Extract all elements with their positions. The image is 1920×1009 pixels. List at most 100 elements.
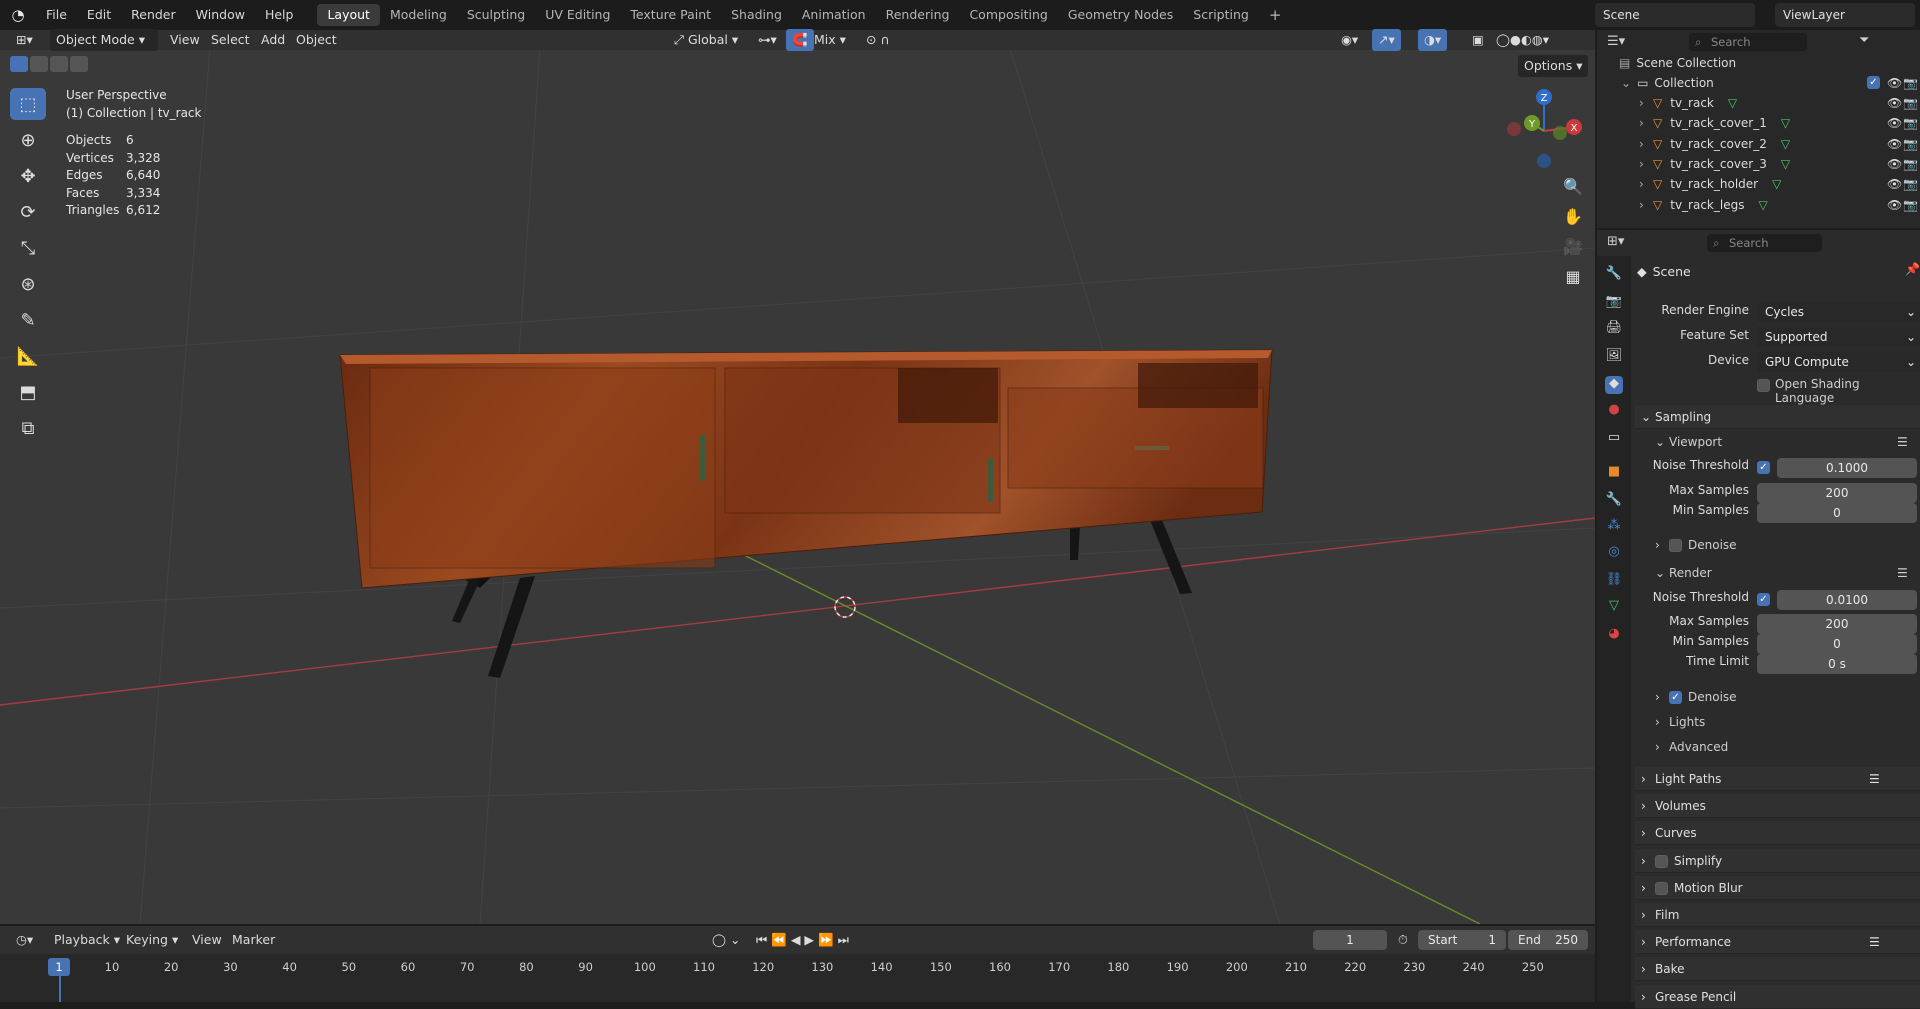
scene-selector[interactable]: Scene [1595, 3, 1755, 27]
r-max-samples-field[interactable]: 200 [1757, 614, 1917, 634]
panel-checkbox[interactable] [1655, 854, 1668, 868]
xray-icon[interactable]: ▣ [1466, 29, 1490, 51]
visibility-eye-icon[interactable]: 👁 [1887, 73, 1902, 93]
feature-set-select[interactable]: Supported ⌄ [1757, 327, 1920, 347]
panel-film[interactable]: › Film [1635, 903, 1920, 927]
tab-geometry-nodes[interactable]: Geometry Nodes [1058, 4, 1183, 26]
pan-icon[interactable]: ✋ [1558, 202, 1588, 232]
panel-light-paths[interactable]: › Light Paths ☰ [1635, 767, 1920, 791]
visibility-eye-icon[interactable]: 👁 [1887, 134, 1902, 154]
view-layer-selector[interactable]: ViewLayer [1775, 3, 1915, 27]
gizmo-toggle-icon[interactable]: ↗▾ [1372, 29, 1401, 51]
subpanel-render[interactable]: ⌄ Render ☰ [1649, 562, 1920, 584]
constraints-tab-icon[interactable]: ⛓ [1605, 572, 1623, 590]
add-cube-tool-icon[interactable]: ⬒ [10, 376, 46, 408]
editor-type-icon[interactable]: ⊞▾ [10, 29, 39, 51]
visibility-eye-icon[interactable]: 👁 [1887, 195, 1902, 215]
panel-motion-blur[interactable]: › Motion Blur [1635, 875, 1920, 900]
scene-collection-row[interactable]: ▤ Scene Collection [1597, 53, 1920, 73]
tab-layout[interactable]: Layout [317, 4, 380, 26]
chevron-right-icon[interactable]: › [1639, 195, 1644, 215]
render-camera-icon[interactable]: 📷 [1903, 73, 1918, 93]
render-engine-select[interactable]: Cycles ⌄ [1757, 302, 1920, 322]
outliner-editor-icon[interactable]: ☰▾ [1607, 34, 1625, 49]
outliner-item[interactable]: › ▽ tv_rack_legs ▽ 👁 📷 [1597, 195, 1920, 215]
device-select[interactable]: GPU Compute ⌄ [1757, 352, 1920, 372]
timeline-editor-icon[interactable]: ◷▾ [10, 929, 39, 951]
proportional-edit-icon[interactable]: ⊙ ∩ [860, 29, 896, 51]
tab-sculpting[interactable]: Sculpting [457, 4, 535, 26]
physics-tab-icon[interactable]: ◎ [1605, 544, 1623, 562]
measure-tool-icon[interactable]: 📐 [10, 340, 46, 372]
view-menu[interactable]: View [164, 29, 206, 51]
outliner-item[interactable]: › ▽ tv_rack ▽ 👁 📷 [1597, 93, 1920, 113]
select-menu[interactable]: Select [205, 29, 256, 51]
scene-tab-icon[interactable]: ◆ [1605, 376, 1623, 394]
view-layer-tab-icon[interactable]: 🖼 [1605, 348, 1623, 366]
vp-min-samples-field[interactable]: 0 [1757, 503, 1917, 523]
end-frame-field[interactable]: End 250 [1508, 930, 1588, 950]
extra-tool-icon[interactable]: ⧉ [10, 412, 46, 444]
menu-render[interactable]: Render [121, 0, 186, 30]
vp-noise-threshold-checkbox[interactable]: ✓ [1757, 461, 1770, 474]
orientation-selector[interactable]: ⤢ Global ▾ [668, 29, 744, 51]
stopwatch-icon[interactable]: ⏱ [1392, 929, 1414, 951]
chevron-right-icon[interactable]: › [1639, 113, 1644, 133]
filter-icon[interactable]: ⏷ [1859, 33, 1869, 48]
render-camera-icon[interactable]: 📷 [1903, 113, 1918, 133]
marker-menu[interactable]: Marker [226, 929, 281, 951]
object-menu[interactable]: Object [290, 29, 343, 51]
r-min-samples-field[interactable]: 0 [1757, 634, 1917, 654]
mesh-data-icon[interactable]: ▽ [1758, 198, 1767, 212]
panel-curves[interactable]: › Curves [1635, 821, 1920, 846]
vp-noise-threshold-field[interactable]: 0.1000 [1777, 458, 1917, 478]
tab-rendering[interactable]: Rendering [876, 4, 960, 26]
panel-volumes[interactable]: › Volumes [1635, 794, 1920, 819]
navigation-gizmo[interactable]: Z X Y [1500, 85, 1590, 175]
panel-simplify[interactable]: › Simplify [1635, 848, 1920, 873]
tab-animation[interactable]: Animation [792, 4, 876, 26]
render-tab-icon[interactable]: 📷 [1605, 294, 1623, 312]
visibility-eye-icon[interactable]: 👁 [1887, 174, 1902, 194]
mesh-data-icon[interactable]: ▽ [1781, 137, 1790, 151]
r-denoise-checkbox[interactable]: ✓ [1669, 691, 1682, 704]
menu-window[interactable]: Window [186, 0, 255, 30]
subpanel-r-denoise[interactable]: › ✓ Denoise [1649, 686, 1737, 708]
list-icon[interactable]: ☰ [1869, 767, 1880, 791]
mesh-data-icon[interactable]: ▽ [1781, 157, 1790, 171]
select-new-icon[interactable] [10, 56, 28, 72]
chevron-right-icon[interactable]: › [1639, 154, 1644, 174]
list-icon[interactable]: ☰ [1869, 930, 1880, 954]
add-menu[interactable]: Add [255, 29, 291, 51]
properties-editor-icon[interactable]: ⊞▾ [1607, 234, 1624, 249]
collection-tab-icon[interactable]: ▭ [1605, 430, 1623, 448]
outliner-item[interactable]: › ▽ tv_rack_holder ▽ 👁 📷 [1597, 174, 1920, 194]
pin-icon[interactable]: 📌 [1905, 262, 1920, 276]
tab-scripting[interactable]: Scripting [1183, 4, 1259, 26]
panel-performance[interactable]: › Performance ☰ [1635, 930, 1920, 955]
menu-edit[interactable]: Edit [77, 0, 121, 30]
render-camera-icon[interactable]: 📷 [1903, 195, 1918, 215]
visibility-icon[interactable]: ◉▾ [1335, 29, 1364, 51]
overlay-toggle-icon[interactable]: ◑▾ [1418, 29, 1448, 51]
rotate-tool-icon[interactable]: ⟳ [10, 196, 46, 228]
outliner-item[interactable]: › ▽ tv_rack_cover_2 ▽ 👁 📷 [1597, 134, 1920, 154]
render-camera-icon[interactable]: 📷 [1903, 93, 1918, 113]
auto-key-icon[interactable]: ◯ ⌄ [706, 929, 746, 951]
properties-search[interactable]: ⌕ Search [1707, 234, 1822, 252]
chevron-right-icon[interactable]: › [1639, 93, 1644, 113]
render-camera-icon[interactable]: 📷 [1903, 154, 1918, 174]
playhead[interactable]: 1 [48, 958, 70, 976]
shading-modes[interactable]: ◯●◐◍▾ [1490, 29, 1555, 51]
annotate-tool-icon[interactable]: ✎ [10, 304, 46, 336]
current-frame-field[interactable]: 1 [1313, 930, 1387, 950]
object-tab-icon[interactable]: ■ [1605, 464, 1623, 482]
material-tab-icon[interactable]: ◕ [1605, 626, 1623, 644]
keying-menu[interactable]: Keying ▾ [120, 929, 184, 951]
collection-row[interactable]: ⌄ ▭ Collection ✓ 👁 📷 [1597, 73, 1920, 93]
start-frame-field[interactable]: Start 1 [1418, 930, 1506, 950]
scale-tool-icon[interactable]: ⤡ [10, 232, 46, 264]
menu-file[interactable]: File [36, 0, 77, 30]
panel-sampling[interactable]: ⌄ Sampling [1635, 405, 1920, 429]
playback-controls[interactable]: ⏮⏪◀▶⏩⏭ [750, 929, 859, 951]
